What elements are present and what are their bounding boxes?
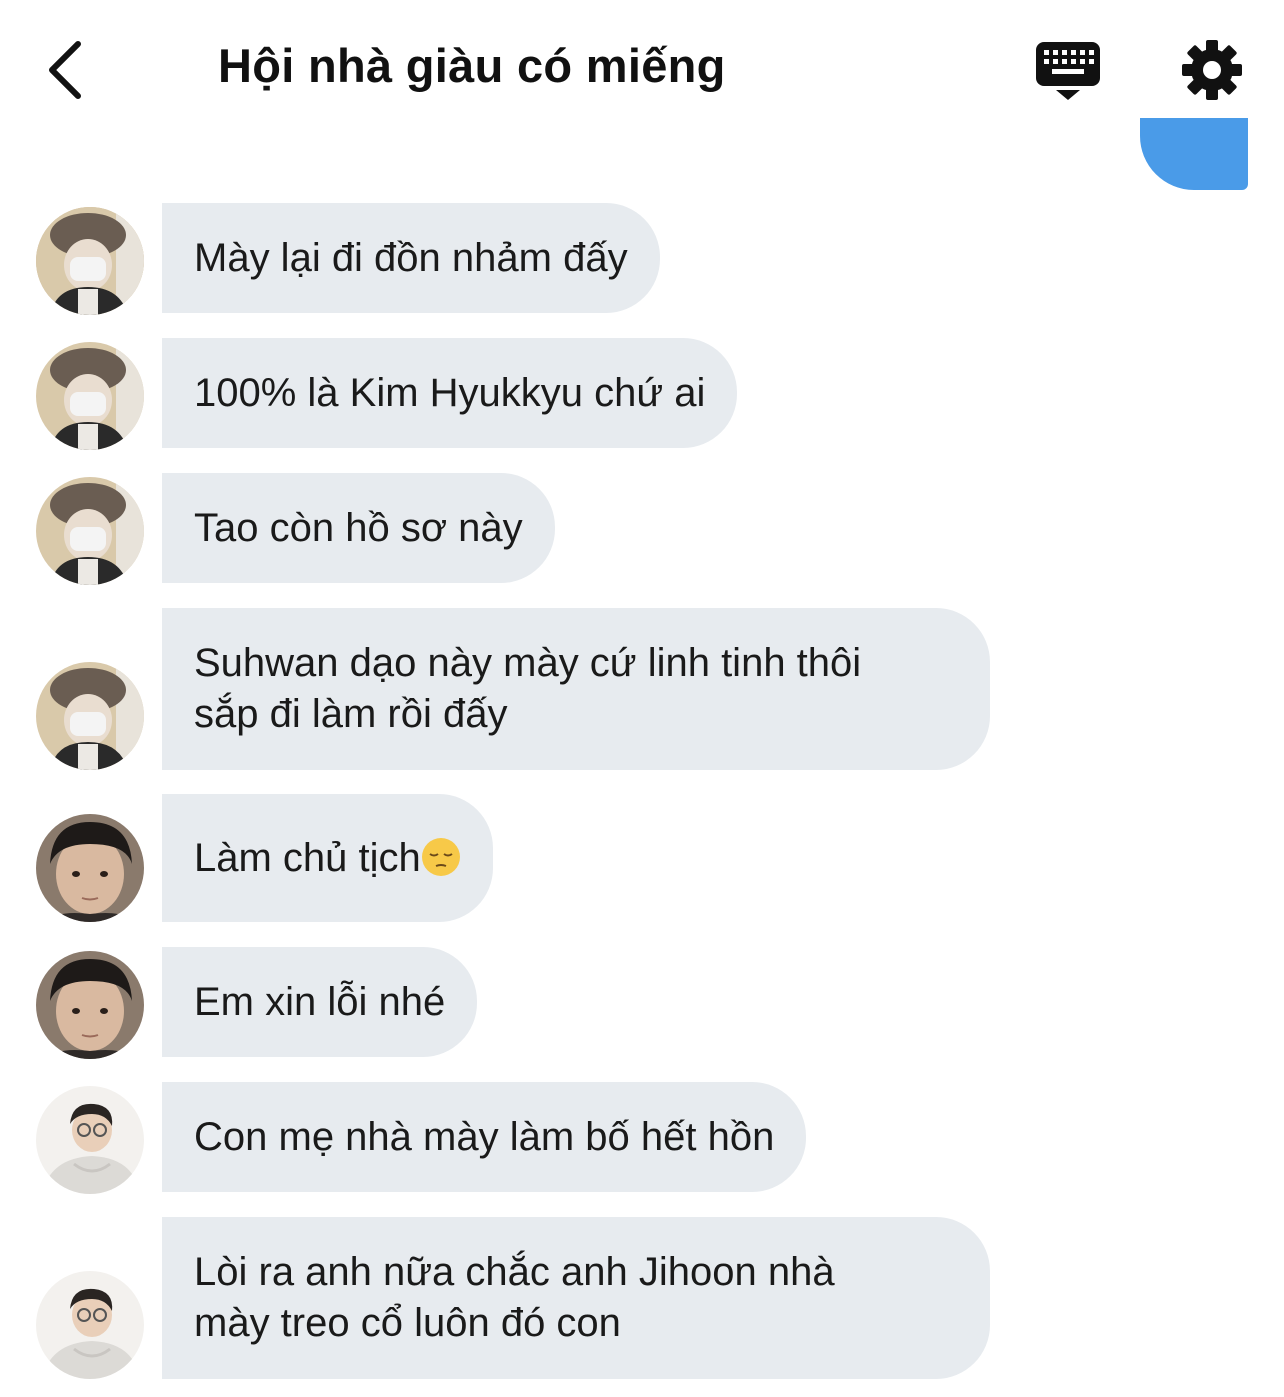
chat-screen: Hội nhà giàu có miếng Mày lại đi đồn nhả… <box>0 0 1284 1397</box>
avatar[interactable] <box>36 1086 144 1194</box>
avatar[interactable] <box>36 662 144 770</box>
settings-button[interactable] <box>1180 38 1244 102</box>
chat-header: Hội nhà giàu có miếng <box>0 0 1284 140</box>
chevron-left-icon <box>49 41 81 99</box>
message-bubble[interactable]: Lòi ra anh nữa chắc anh Jihoon nhà mày t… <box>162 1217 990 1379</box>
message-text: 100% là Kim Hyukkyu chứ ai <box>194 370 706 415</box>
keyboard-icon <box>1036 42 1100 100</box>
message-text-line: Suhwan dạo này mày cứ linh tinh thôi <box>194 641 862 685</box>
avatar[interactable] <box>36 814 144 922</box>
avatar[interactable] <box>36 951 144 1059</box>
chat-title: Hội nhà giàu có miếng <box>218 39 726 92</box>
outgoing-message-bubble[interactable] <box>1140 118 1248 190</box>
message-bubble[interactable]: Mày lại đi đồn nhảm đấy <box>162 203 660 313</box>
message-bubble[interactable]: 100% là Kim Hyukkyu chứ ai <box>162 338 738 448</box>
message-bubble[interactable]: Làm chủ tịch <box>162 794 493 922</box>
pensive-face-emoji-icon <box>421 837 460 876</box>
back-button[interactable] <box>40 36 96 104</box>
message-bubble[interactable]: Con mẹ nhà mày làm bố hết hồn <box>162 1082 807 1192</box>
message-text: Mày lại đi đồn nhảm đấy <box>194 235 628 280</box>
keyboard-button[interactable] <box>1034 38 1102 104</box>
avatar[interactable] <box>36 1271 144 1379</box>
avatar[interactable] <box>36 342 144 450</box>
gear-icon <box>1182 40 1242 100</box>
message-bubble[interactable]: Tao còn hồ sơ này <box>162 473 555 583</box>
message-text: Em xin lỗi nhé <box>194 979 446 1024</box>
avatar[interactable] <box>36 477 144 585</box>
message-text-line: mày treo cổ luôn đó con <box>194 1301 621 1345</box>
message-text: Tao còn hồ sơ này <box>194 505 523 550</box>
message-bubble[interactable]: Suhwan dạo này mày cứ linh tinh thôi sắp… <box>162 608 990 770</box>
message-bubble[interactable]: Em xin lỗi nhé <box>162 947 478 1057</box>
avatar[interactable] <box>36 207 144 315</box>
message-text-line: Lòi ra anh nữa chắc anh Jihoon nhà <box>194 1250 835 1294</box>
message-text: Con mẹ nhà mày làm bố hết hồn <box>194 1114 775 1159</box>
message-text: Làm chủ tịch <box>194 835 421 880</box>
message-content: Làm chủ tịch <box>194 833 461 884</box>
message-text-line: sắp đi làm rồi đấy <box>194 692 508 736</box>
